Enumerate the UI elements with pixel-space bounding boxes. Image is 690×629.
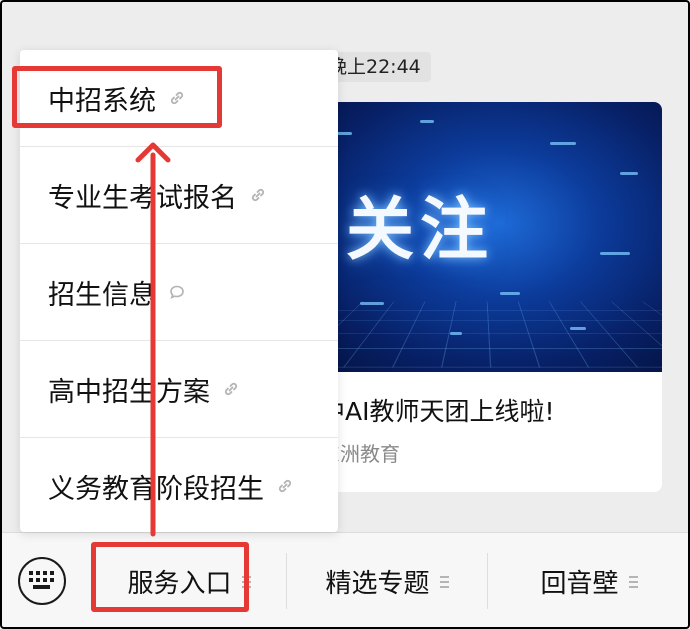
tab-service-entry[interactable]: 服务入口 [92, 533, 286, 629]
menu-item-label: 招生信息 [48, 279, 156, 311]
menu-item-zhongzhao-system[interactable]: 中招系统 [20, 50, 338, 146]
submenu-indicator-icon [439, 575, 449, 588]
menu-item-high-school-plan[interactable]: 高中招生方案 [20, 341, 338, 437]
article-card[interactable]: 关注 中AI教师天团上线啦! 东洲教育 [300, 102, 662, 492]
menu-item-compulsory-education-admission[interactable]: 义务教育阶段招生 [20, 438, 338, 534]
official-account-menu-bar: 服务入口 精选专题 回音壁 [0, 532, 690, 629]
menu-item-label: 专业生考试报名 [48, 182, 237, 214]
link-icon [168, 89, 186, 107]
cover-headline: 关注 [346, 191, 495, 270]
link-icon [222, 380, 240, 398]
menu-item-label: 高中招生方案 [48, 376, 210, 408]
article-title: 中AI教师天团上线啦! [320, 397, 555, 426]
service-menu-popup: 中招系统 专业生考试报名 招生信息 高中招生方案 义务教育阶段招生 [20, 50, 338, 532]
link-icon [249, 186, 267, 204]
tab-label: 服务入口 [127, 569, 232, 599]
submenu-indicator-icon [241, 575, 251, 588]
article-cover-image: 关注 [300, 102, 662, 372]
tab-featured-topics[interactable]: 精选专题 [287, 533, 487, 629]
menu-item-admission-info[interactable]: 招生信息 [20, 244, 338, 340]
tab-label: 精选专题 [325, 569, 430, 599]
keyboard-icon[interactable] [18, 557, 66, 605]
tab-label: 回音壁 [540, 569, 619, 599]
submenu-indicator-icon [628, 575, 638, 588]
tab-echo-wall[interactable]: 回音壁 [488, 533, 690, 629]
menu-item-specialty-exam-registration[interactable]: 专业生考试报名 [20, 147, 338, 243]
chat-bubble-icon [168, 283, 186, 301]
link-icon [276, 477, 294, 495]
menu-item-label: 中招系统 [48, 85, 156, 117]
menu-item-label: 义务教育阶段招生 [48, 473, 264, 505]
